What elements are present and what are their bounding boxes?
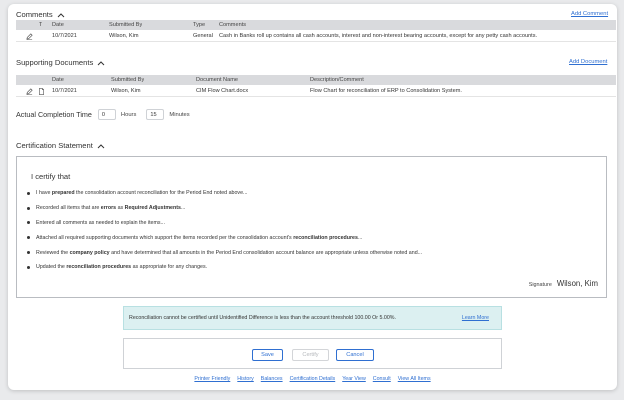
hours-label: Hours <box>120 111 137 118</box>
certification-title: Certification Statement <box>16 141 93 150</box>
certification-section-header[interactable]: Certification Statement <box>16 141 105 150</box>
list-item: Entered all comments as needed to explai… <box>27 216 597 231</box>
col-date: Date <box>52 22 64 28</box>
history-link[interactable]: History <box>237 376 253 382</box>
statement-emphasis: reconciliation procedures <box>293 234 358 241</box>
banner-message: Reconciliation cannot be certified until… <box>129 315 396 321</box>
documents-table-header: Date Submitted By Document Name Descript… <box>16 75 616 85</box>
threshold-info-banner: Reconciliation cannot be certified until… <box>123 306 502 330</box>
statement-emphasis: errors <box>100 205 117 212</box>
hours-input[interactable]: 0 <box>97 109 116 120</box>
completion-time-row: Actual Completion Time 0 Hours 15 Minute… <box>16 109 200 120</box>
bullet-icon <box>27 206 30 210</box>
col-submitted-by: Submitted By <box>111 77 145 83</box>
statement-emphasis: Required Adjustments <box>124 205 181 212</box>
pencil-icon <box>26 32 33 40</box>
col-description: Description/Comment <box>310 77 364 83</box>
comment-date: 10/7/2021 <box>52 33 77 39</box>
bullet-icon <box>27 221 30 225</box>
signature-label: Signature <box>528 282 552 288</box>
bullet-icon <box>27 265 30 269</box>
comments-table-header: T Date Submitted By Type Comments <box>16 20 616 30</box>
certification-box: I certify that I have prepared the conso… <box>16 156 607 298</box>
certification-details-link[interactable]: Certification Details <box>290 376 336 382</box>
statement-emphasis: company policy <box>69 249 110 256</box>
list-item: Reviewed the company policy and have det… <box>27 245 597 260</box>
list-item: I have prepared the consolidation accoun… <box>27 186 597 201</box>
cancel-button[interactable]: Cancel <box>336 349 374 361</box>
add-comment-link[interactable]: Add Comment <box>571 11 608 17</box>
learn-more-link[interactable]: Learn More <box>462 315 489 321</box>
comment-text: Cash in Banks roll up contains all cash … <box>219 33 538 39</box>
comments-section-header[interactable]: Comments <box>16 10 65 19</box>
list-item: Attached all required supporting documen… <box>27 230 597 245</box>
chevron-up-icon[interactable] <box>97 60 105 66</box>
col-document-name: Document Name <box>196 77 238 83</box>
add-document-link[interactable]: Add Document <box>569 59 607 65</box>
statement-text: and have determined that all amounts in … <box>109 249 423 256</box>
certify-button[interactable]: Certify <box>292 349 329 361</box>
footer-links: Printer Friendly History Balances Certif… <box>8 376 617 382</box>
completion-time-label: Actual Completion Time <box>16 110 92 119</box>
certification-heading: I certify that <box>31 172 71 181</box>
statement-text: I have <box>36 190 52 197</box>
printer-friendly-link[interactable]: Printer Friendly <box>194 376 230 382</box>
view-all-items-link[interactable]: View All Items <box>398 376 431 382</box>
statement-text: ... <box>180 205 186 212</box>
action-button-panel: Save Certify Cancel <box>123 338 502 369</box>
year-view-link[interactable]: Year View <box>342 376 366 382</box>
open-document-button[interactable] <box>38 86 45 96</box>
col-submitted-by: Submitted By <box>109 22 143 28</box>
statement-text: as <box>116 205 125 212</box>
statement-text: Updated the <box>36 264 67 271</box>
comments-title: Comments <box>16 10 53 19</box>
document-description: Flow Chart for reconciliation of ERP to … <box>310 88 462 94</box>
comment-submitter: Wilson, Kim <box>109 33 139 39</box>
document-submitter: Wilson, Kim <box>111 88 141 94</box>
document-name: CIM Flow Chart.docx <box>196 88 249 94</box>
col-t: T <box>39 22 43 28</box>
supporting-documents-section-header[interactable]: Supporting Documents <box>16 58 105 67</box>
supporting-documents-title: Supporting Documents <box>16 58 94 67</box>
document-icon <box>39 87 44 95</box>
balances-link[interactable]: Balances <box>261 376 283 382</box>
col-comments: Comments <box>219 22 247 28</box>
statement-text: Attached all required supporting documen… <box>36 234 294 241</box>
statement-text: as appropriate for any changes. <box>131 264 208 271</box>
comment-type: General <box>193 33 213 39</box>
statement-text: Reviewed the <box>36 249 70 256</box>
edit-comment-button[interactable] <box>26 31 33 41</box>
save-button[interactable]: Save <box>252 349 283 361</box>
minutes-label: Minutes <box>169 111 190 118</box>
signature-name: Wilson, Kim <box>556 279 598 288</box>
chevron-up-icon[interactable] <box>97 143 105 149</box>
bullet-icon <box>27 191 30 195</box>
reconciliation-card: Comments Add Comment T Date Submitted By… <box>8 4 617 390</box>
bullet-icon <box>27 251 30 255</box>
col-date: Date <box>52 77 64 83</box>
list-item: Updated the reconciliation procedures as… <box>27 260 597 275</box>
table-row: 10/7/2021 Wilson, Kim CIM Flow Chart.doc… <box>16 86 616 97</box>
certification-statements: I have prepared the consolidation accoun… <box>27 186 597 275</box>
statement-emphasis: reconciliation procedures <box>66 264 132 271</box>
minutes-input[interactable]: 15 <box>146 109 165 120</box>
statement-text: ... <box>357 234 363 241</box>
document-date: 10/7/2021 <box>52 88 77 94</box>
statement-emphasis: prepared <box>51 190 75 197</box>
bullet-icon <box>27 236 30 240</box>
edit-document-button[interactable] <box>26 86 33 96</box>
pencil-icon <box>26 87 33 95</box>
signature-block: Signature Wilson, Kim <box>529 279 598 288</box>
table-row: 10/7/2021 Wilson, Kim General Cash in Ba… <box>16 31 616 42</box>
col-type: Type <box>193 22 206 28</box>
chevron-up-icon[interactable] <box>57 12 65 18</box>
statement-text: Entered all comments as needed to explai… <box>36 219 165 226</box>
consult-link[interactable]: Consult <box>373 376 391 382</box>
statement-text: the consolidation account reconciliation… <box>74 190 248 197</box>
statement-text: Recorded all items that are <box>36 205 101 212</box>
list-item: Recorded all items that are errors as Re… <box>27 201 597 216</box>
